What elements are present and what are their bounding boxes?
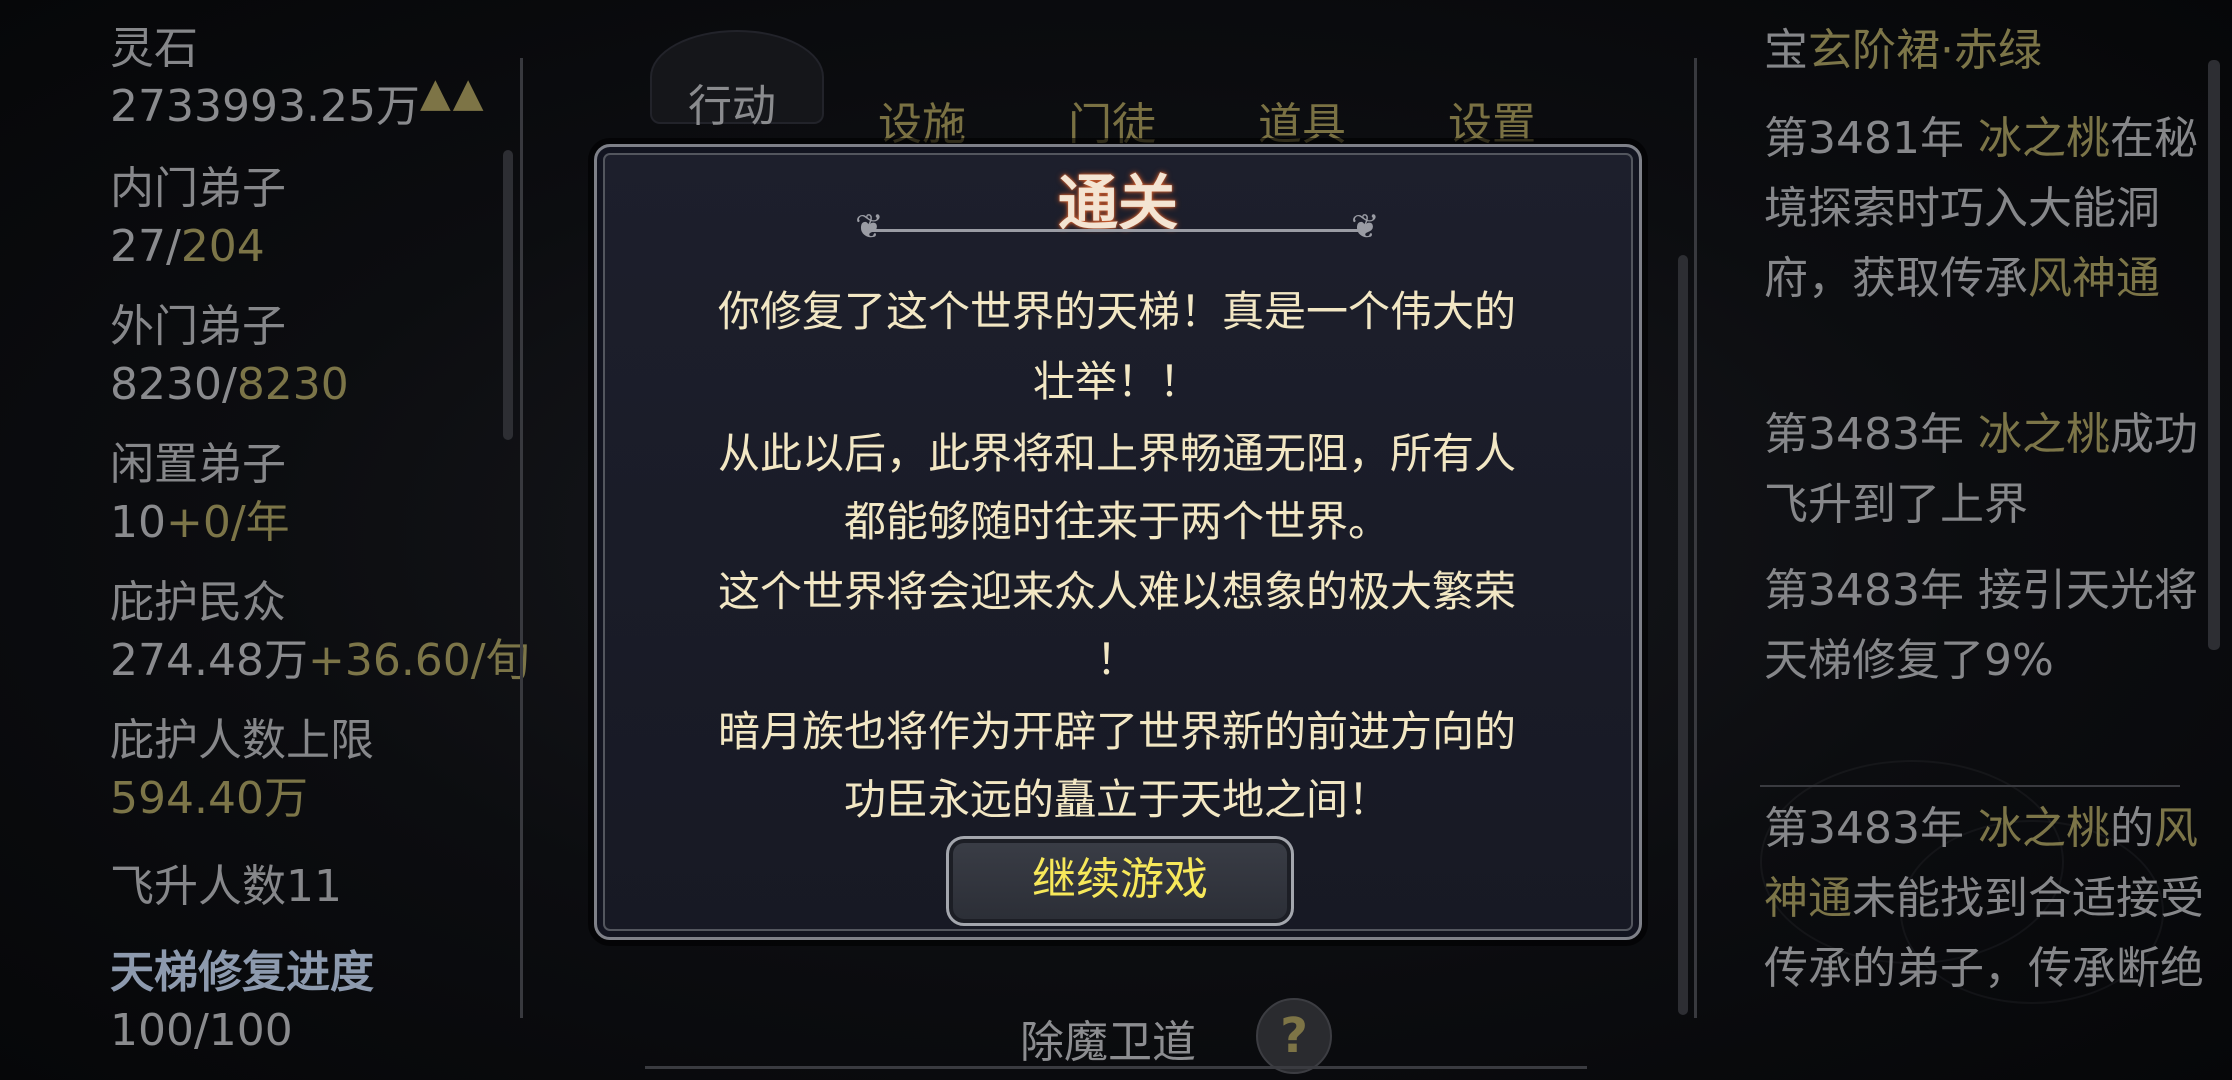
- tab-facilities[interactable]: 设施: [878, 88, 966, 152]
- stat-ascended-count: 飞升人数11: [110, 858, 342, 916]
- stat-value: 10: [110, 497, 166, 548]
- log-entry: 第3481年 冰之桃在秘境探索时巧入大能洞府，获取传承风神通: [1764, 104, 2204, 314]
- stat-protection-limit: 庇护人数上限 594.40万: [110, 712, 374, 828]
- dialog-message-line: 暗月族也将作为开辟了世界新的前进方向的: [717, 707, 1516, 756]
- right-scrollbar[interactable]: [2208, 60, 2220, 650]
- log-entry: 第3483年 冰之桃成功飞升到了上界: [1764, 400, 2204, 540]
- log-text: 的: [2109, 803, 2154, 854]
- stat-value: 8230/: [110, 359, 237, 410]
- log-item-name: 玄阶裙·赤绿: [1808, 25, 2042, 76]
- stat-label: 飞升人数11: [110, 861, 342, 912]
- log-year: 第3483年: [1764, 409, 1978, 460]
- stat-highlight: +0/年: [166, 497, 290, 548]
- stat-ladder-repair: 天梯修复进度 100/100: [110, 944, 374, 1060]
- tab-disciples[interactable]: 门徒: [1068, 88, 1156, 152]
- log-entry: 第3483年 接引天光将天梯修复了9%: [1764, 556, 2204, 696]
- ornament-left-icon: ❦: [855, 207, 884, 247]
- dialog-message-line: 功臣永远的矗立于天地之间！: [843, 775, 1390, 824]
- stat-label: 闲置弟子: [110, 439, 286, 490]
- tab-items[interactable]: 道具: [1258, 88, 1346, 152]
- stat-label: 外门弟子: [110, 301, 286, 352]
- event-log-panel: 宝玄阶裙·赤绿 第3481年 冰之桃在秘境探索时巧入大能洞府，获取传承风神通 第…: [1678, 0, 2232, 1080]
- log-name: 冰之桃: [1977, 409, 2110, 460]
- resource-panel: 灵石 2733993.25万 ▲▲ 内门弟子 27/204 外门弟子 8230/…: [0, 0, 540, 1080]
- middle-scrollbar[interactable]: [1678, 255, 1688, 1015]
- log-year: 第3483年: [1764, 565, 1978, 616]
- dialog-message-line: ！: [1095, 635, 1138, 684]
- stat-label: 庇护人数上限: [110, 715, 374, 766]
- stat-value: 100/100: [110, 1005, 293, 1056]
- stat-label: 内门弟子: [110, 163, 286, 214]
- stat-inner-disciples: 内门弟子 27/204: [110, 160, 286, 276]
- continue-game-button[interactable]: 继续游戏: [946, 836, 1294, 926]
- victory-dialog: 通关 ❦ ❦ 你修复了这个世界的天梯！真是一个伟大的 壮举！！ 从此以后，此界将…: [594, 144, 1642, 940]
- stat-outer-disciples: 外门弟子 8230/8230: [110, 298, 349, 414]
- stat-value: 27/: [110, 221, 181, 272]
- log-name: 冰之桃: [1977, 803, 2110, 854]
- stat-label: 庇护民众: [110, 577, 286, 628]
- log-divider: [1760, 785, 2180, 787]
- left-scrollbar[interactable]: [503, 150, 513, 440]
- stat-spirit-stones: 灵石 2733993.25万: [110, 20, 420, 136]
- stat-highlight: 594.40万: [110, 773, 308, 824]
- scroll-rail: [520, 58, 523, 1018]
- stat-value: 274.48万: [110, 635, 308, 686]
- log-year: 第3481年: [1764, 113, 1978, 164]
- ornament-right-icon: ❦: [1351, 207, 1380, 247]
- stat-idle-disciples: 闲置弟子 10+0/年: [110, 436, 290, 552]
- demon-slaying-label[interactable]: 除魔卫道: [1020, 1006, 1196, 1070]
- log-text: 宝: [1764, 25, 1808, 76]
- log-entry: 第3483年 冰之桃的风神通未能找到合适接受传承的弟子，传承断绝: [1764, 794, 2204, 1004]
- tab-action[interactable]: 行动: [688, 70, 776, 134]
- log-skill: 风神通: [2028, 253, 2160, 304]
- stat-value: 2733993.25万: [110, 81, 420, 132]
- status-triangles-icon: ▲▲: [420, 70, 486, 116]
- dialog-message-line: 这个世界将会迎来众人难以想象的极大繁荣: [717, 567, 1516, 616]
- stat-protected-people: 庇护民众 274.48万+36.60/旬: [110, 574, 530, 690]
- bottom-divider: [645, 1066, 1587, 1069]
- dialog-message-line: 壮举！！: [1032, 357, 1201, 406]
- stat-highlight: 8230: [236, 359, 349, 410]
- log-name: 冰之桃: [1977, 113, 2110, 164]
- help-icon[interactable]: ?: [1256, 998, 1332, 1074]
- title-underline: [872, 229, 1364, 232]
- log-year: 第3483年: [1764, 803, 1978, 854]
- log-fragment: 宝玄阶裙·赤绿: [1764, 16, 2204, 86]
- tab-settings[interactable]: 设置: [1448, 88, 1536, 152]
- scroll-rail: [1694, 58, 1697, 1018]
- dialog-message-line: 从此以后，此界将和上界畅通无阻，所有人: [717, 429, 1516, 478]
- stat-highlight: +36.60/旬: [307, 635, 530, 686]
- dialog-message-line: 都能够随时往来于两个世界。: [843, 497, 1390, 546]
- stat-label: 天梯修复进度: [110, 947, 374, 998]
- stat-label: 灵石: [110, 23, 198, 74]
- stat-highlight: 204: [180, 221, 265, 272]
- dialog-message-line: 你修复了这个世界的天梯！真是一个伟大的: [717, 287, 1516, 336]
